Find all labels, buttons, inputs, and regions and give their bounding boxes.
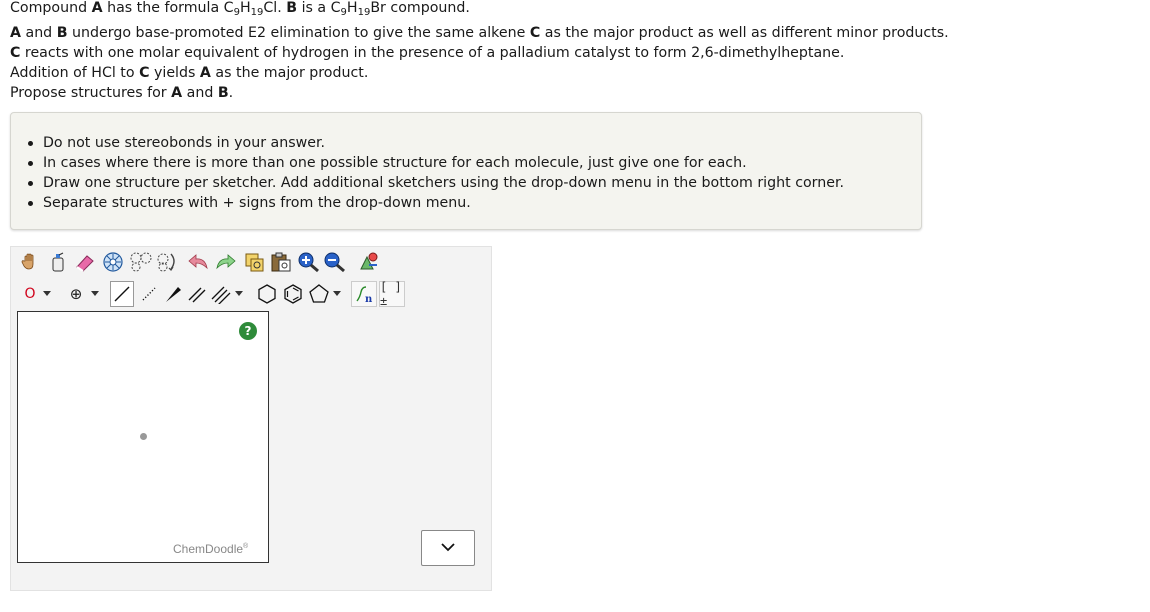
benzene-icon[interactable] [281,283,305,305]
instructions-list: Do not use stereobonds in your answer. I… [27,133,845,213]
lasso-select-icon[interactable] [129,251,153,273]
instruction-item: Draw one structure per sketcher. Add add… [27,175,845,191]
copy-icon[interactable] [243,251,267,273]
triple-bond-icon[interactable] [209,283,233,305]
sketcher-canvas[interactable]: ? ChemDoodle® [17,311,269,563]
clear-bottle-icon[interactable] [47,251,69,273]
redo-icon[interactable] [213,251,237,273]
atom-label-button[interactable]: O [19,283,41,305]
instructions-panel: Do not use stereobonds in your answer. I… [10,112,922,230]
canvas-center-dot-icon [140,433,147,440]
bracket-charge-button[interactable]: [ ]± [379,280,405,308]
zoom-out-icon[interactable] [323,251,347,273]
instruction-item: In cases where there is more than one po… [27,153,844,173]
instruction-item: Separate structures with + signs from th… [27,193,844,213]
ring-dropdown-chevron-icon[interactable] [331,283,343,305]
cyclopentane-icon[interactable] [307,283,331,305]
hashed-bond-icon[interactable] [137,283,161,305]
cyclohexane-icon[interactable] [255,283,279,305]
charge-dropdown-chevron-icon[interactable] [89,283,101,305]
chemdoodle-brand: ChemDoodle® [173,542,249,556]
wedge-bond-icon[interactable] [161,283,185,305]
add-sketcher-dropdown[interactable] [421,530,475,566]
paste-icon[interactable] [269,251,293,273]
zoom-in-icon[interactable] [297,251,321,273]
question-line-3: C reacts with one molar equivalent of hy… [10,45,845,61]
chevron-down-icon [441,543,455,552]
question-line-1: Compound A has the formula C9H19Cl. B is… [10,0,470,18]
eraser-icon[interactable] [73,251,97,273]
clean-structure-icon[interactable] [357,251,381,273]
repeat-unit-icon[interactable]: n [351,281,377,307]
charge-button[interactable]: ⊕ [65,283,87,305]
single-bond-icon[interactable] [110,281,134,307]
bond-dropdown-chevron-icon[interactable] [233,283,245,305]
undo-icon[interactable] [187,251,211,273]
chemdoodle-sketcher: O ⊕ n [ ]± ? ChemDoodle® [10,246,492,591]
hand-pan-icon[interactable] [19,251,41,273]
rotate-select-icon[interactable] [155,251,179,273]
question-line-4: Addition of HCl to C yields A as the maj… [10,65,369,81]
help-button[interactable]: ? [239,322,257,340]
svg-text:n: n [365,294,373,305]
template-wheel-icon[interactable] [101,251,125,273]
atom-dropdown-chevron-icon[interactable] [41,283,53,305]
instruction-item: Do not use stereobonds in your answer. [27,133,844,153]
question-line-2: A and B undergo base-promoted E2 elimina… [10,25,949,41]
question-line-5: Propose structures for A and B. [10,85,234,101]
double-bond-icon[interactable] [185,283,209,305]
